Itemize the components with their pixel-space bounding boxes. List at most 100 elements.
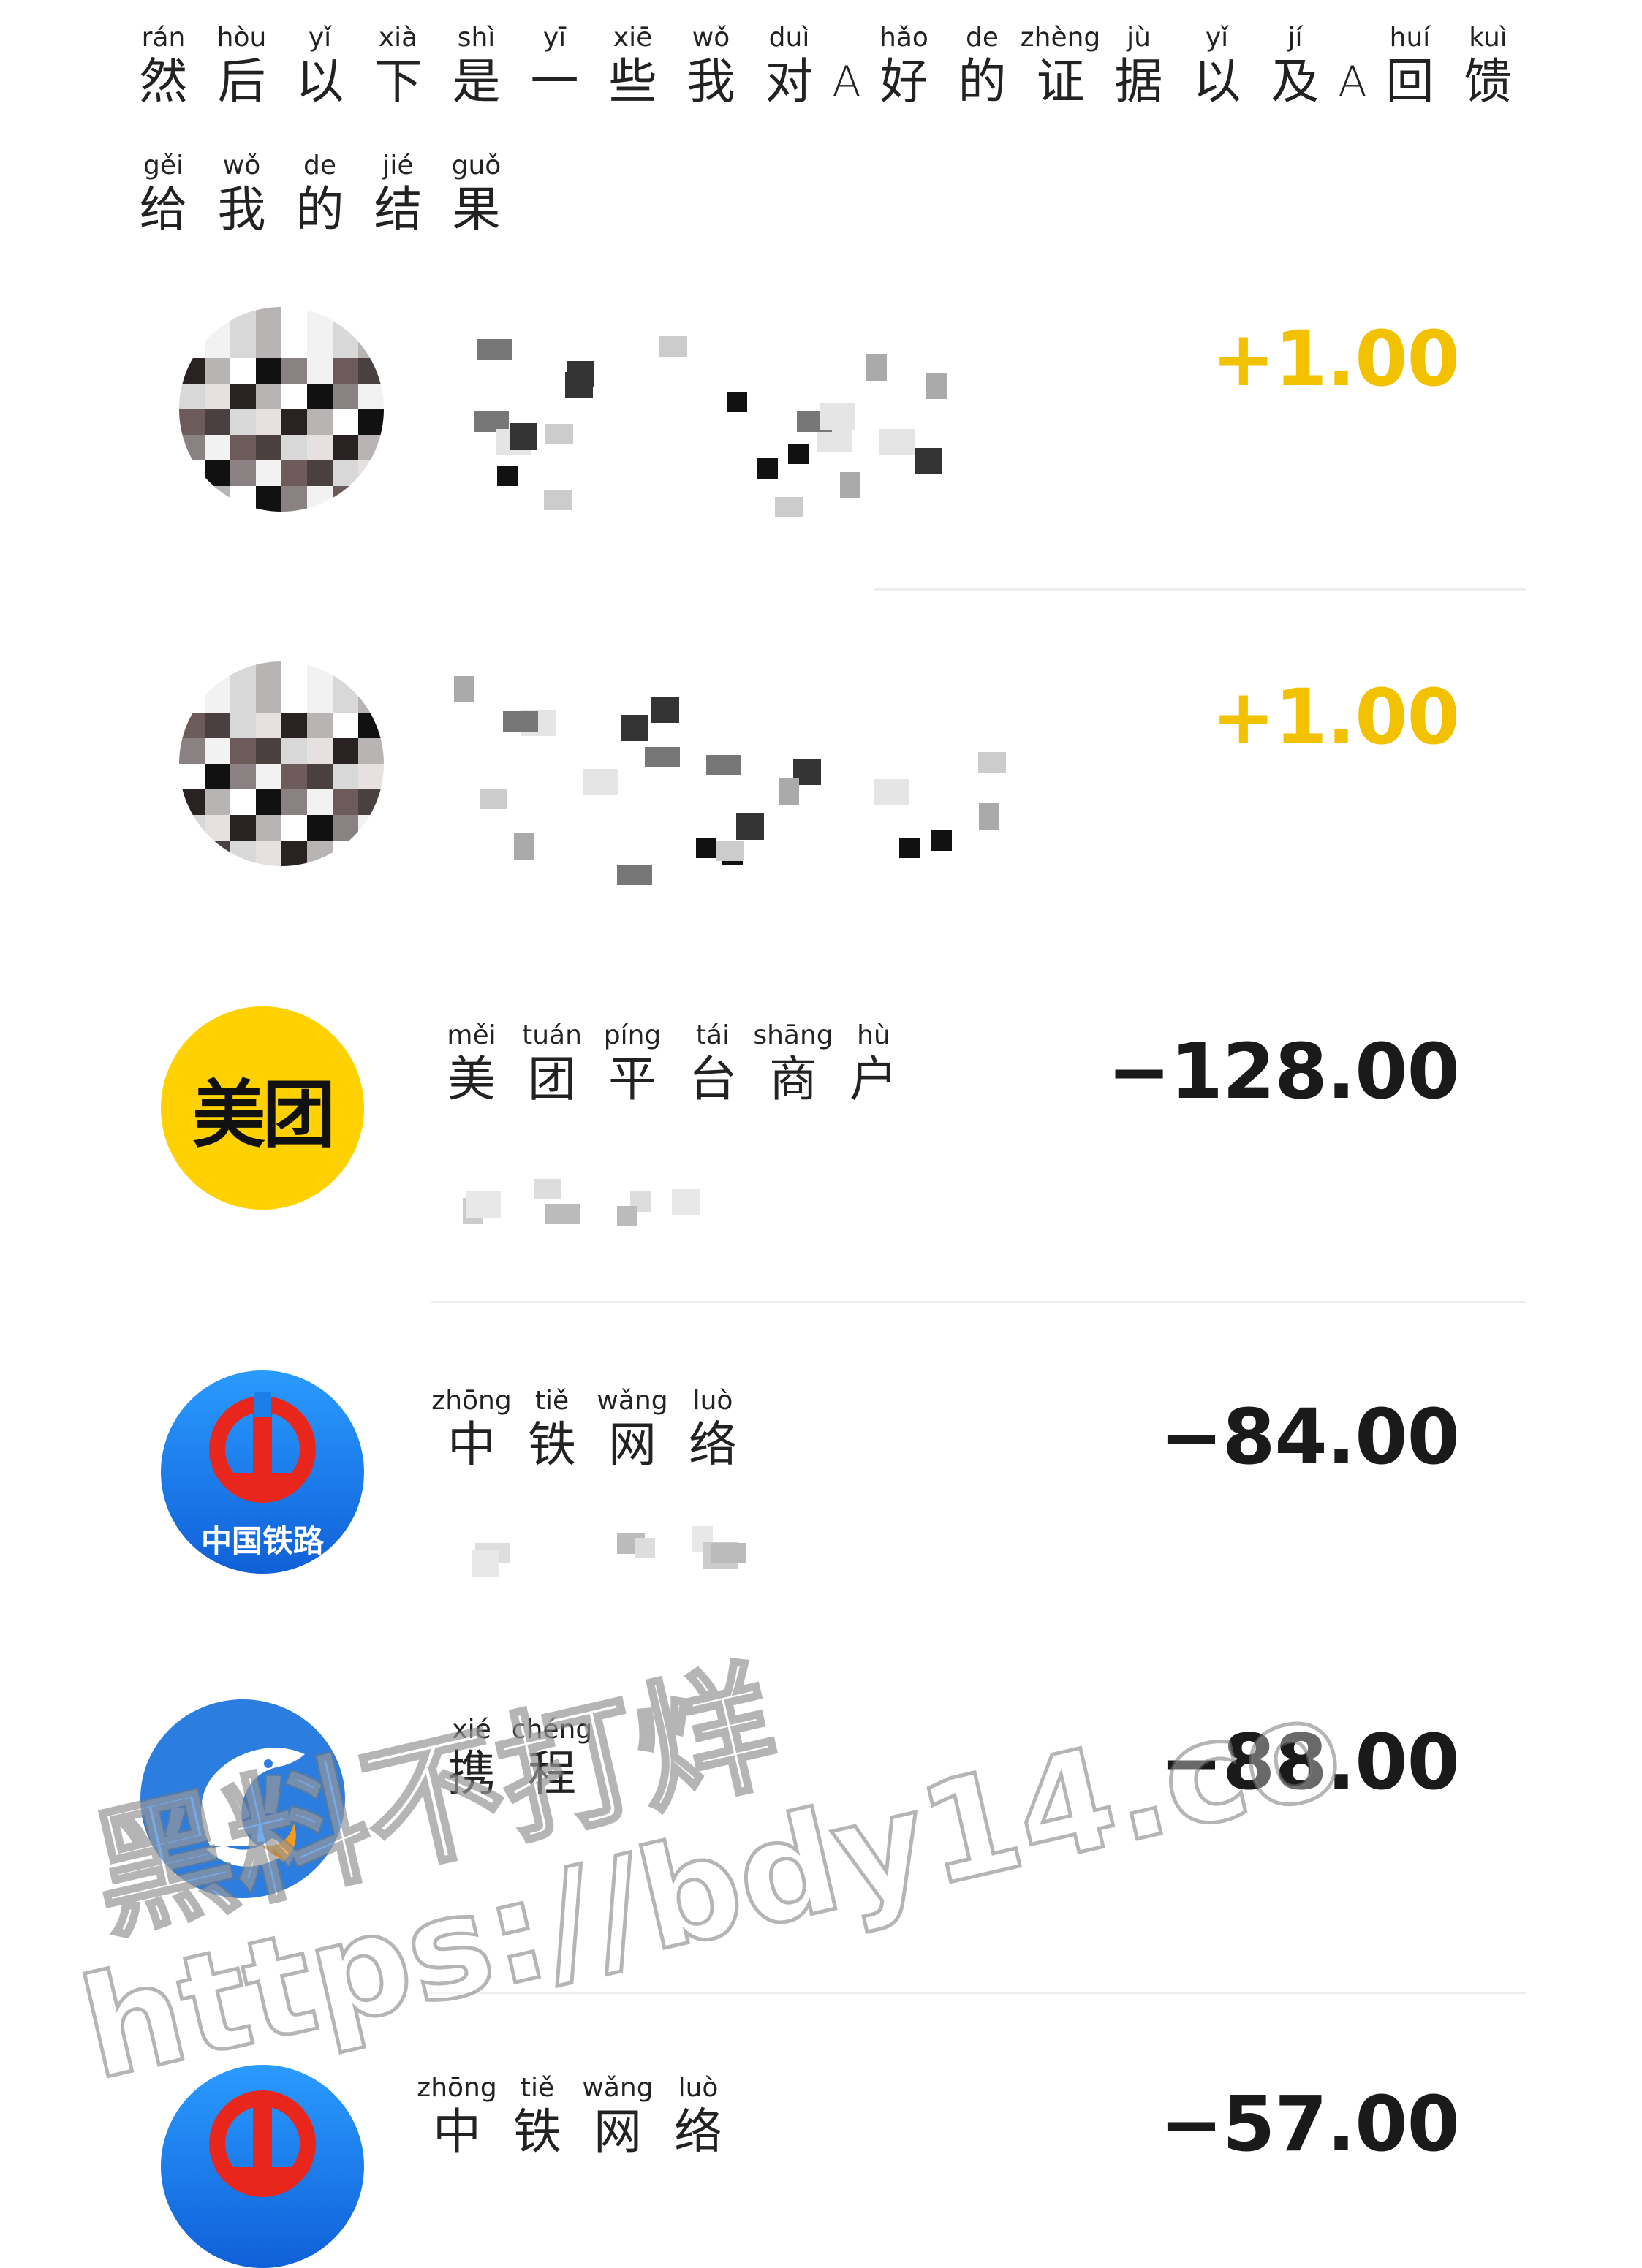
mosaic-cell xyxy=(281,738,307,764)
ruby-char: chéng 程 xyxy=(512,1714,592,1802)
mosaic-cell xyxy=(307,460,333,486)
redaction-block xyxy=(480,789,507,809)
ruby-char: guǒ 果 xyxy=(437,150,515,238)
subtitle-pixelated xyxy=(431,1524,760,1582)
redaction-block xyxy=(659,336,687,357)
mosaic-cell xyxy=(281,460,307,486)
redaction-block xyxy=(926,373,947,399)
hanzi: 团 xyxy=(528,1051,576,1107)
mosaic-cell xyxy=(358,841,384,866)
hanzi: 美 xyxy=(447,1051,496,1107)
mosaic-cell xyxy=(205,486,230,512)
redaction-block xyxy=(621,715,648,741)
merchant-name: zhōng 中 tiě 铁 wǎng 网 luò 络 xyxy=(431,1385,753,1473)
ruby-char: hǎo 好 xyxy=(865,22,943,110)
merchant-name: xié 携 chéng 程 xyxy=(431,1714,592,1802)
mosaic-cell xyxy=(205,384,230,409)
mosaic-cell xyxy=(358,738,384,764)
hanzi: 台 xyxy=(689,1051,737,1107)
mosaic-cell xyxy=(179,738,205,764)
mosaic-cell xyxy=(205,738,230,764)
mosaic-cell xyxy=(205,358,230,384)
mosaic-cell xyxy=(333,713,358,738)
mosaic-cell xyxy=(230,687,256,713)
hanzi: 后 xyxy=(217,53,266,110)
transaction-row[interactable]: 中国铁路 zhōng 中 tiě 铁 wǎng 网 luò 络 −84.00 xyxy=(0,1370,1642,1677)
mosaic-cell xyxy=(307,409,333,435)
ruby-char: tái 台 xyxy=(673,1020,753,1107)
mosaic-cell xyxy=(358,409,384,435)
mosaic-cell xyxy=(256,738,281,764)
transaction-row[interactable]: +1.00 xyxy=(0,307,1642,592)
redaction-block xyxy=(514,833,534,860)
pinyin: chéng xyxy=(511,1715,593,1745)
redaction-block xyxy=(915,448,942,474)
mosaic-cell xyxy=(333,687,358,713)
railway-logo-text: 中国铁路 xyxy=(200,1523,324,1559)
meituan-logo-text: 美团 xyxy=(192,1072,336,1158)
mosaic-cell xyxy=(307,333,333,358)
hanzi: 给 xyxy=(139,181,188,238)
hanzi: A xyxy=(1338,57,1367,107)
hanzi: 是 xyxy=(452,53,501,110)
mosaic-cell xyxy=(230,661,256,687)
meituan-logo-icon: 美团 xyxy=(161,1006,364,1210)
ruby-char: de 的 xyxy=(281,150,359,238)
mosaic-cell xyxy=(256,687,281,713)
mosaic-cell xyxy=(358,661,384,687)
ruby-char: A xyxy=(1334,22,1371,110)
ruby-char: wǒ 我 xyxy=(672,22,750,110)
transaction-row[interactable]: zhōng 中 tiě 铁 wǎng 网 luò 络 −57.00 xyxy=(0,2057,1642,2268)
mosaic-cell xyxy=(333,841,358,866)
pinyin: tuán xyxy=(522,1020,582,1050)
mosaic-cell xyxy=(307,687,333,713)
hanzi: 商 xyxy=(769,1051,817,1107)
pinyin: de xyxy=(303,151,336,181)
mosaic-cell xyxy=(230,486,256,512)
mosaic-cell xyxy=(205,409,230,435)
pinyin: píng xyxy=(603,1020,662,1050)
redaction-block xyxy=(645,747,680,767)
transaction-row[interactable]: xié 携 chéng 程 −88.00 xyxy=(0,1699,1642,2006)
ruby-char: tiě 铁 xyxy=(497,2072,578,2160)
pinyin: hòu xyxy=(216,23,267,53)
pinyin: tiě xyxy=(534,1386,570,1416)
subtitle-pixelated xyxy=(431,1173,760,1232)
pinyin: guǒ xyxy=(451,151,502,181)
mosaic-cell xyxy=(333,486,358,512)
mosaic-cell xyxy=(281,486,307,512)
ruby-char: xià 下 xyxy=(359,22,437,110)
divider xyxy=(431,1992,1526,1994)
mosaic-cell xyxy=(179,486,205,512)
transaction-row[interactable]: +1.00 xyxy=(0,661,1642,903)
mosaic-cell xyxy=(256,409,281,435)
mosaic-cell xyxy=(358,460,384,486)
hanzi: 回 xyxy=(1385,53,1434,110)
mosaic-cell xyxy=(256,713,281,738)
hanzi: 以 xyxy=(295,53,344,110)
ruby-char: tuán 团 xyxy=(512,1020,592,1107)
mosaic-cell xyxy=(256,307,281,333)
amount: +1.00 xyxy=(1211,672,1460,762)
ruby-char: luò 络 xyxy=(658,2072,738,2160)
mosaic-cell xyxy=(281,764,307,789)
redaction-block xyxy=(706,755,741,775)
amount: +1.00 xyxy=(1211,314,1460,403)
redaction-block xyxy=(711,1543,746,1563)
redaction-block xyxy=(779,778,799,805)
hanzi: 网 xyxy=(608,1416,657,1473)
mosaic-cell xyxy=(230,789,256,815)
mosaic-cell xyxy=(256,358,281,384)
payer-name-pixelated xyxy=(453,676,1038,888)
mosaic-cell xyxy=(281,333,307,358)
pinyin: tiě xyxy=(520,2073,555,2103)
mosaic-cell xyxy=(281,409,307,435)
ruby-char: gěi 给 xyxy=(124,150,203,238)
transaction-row[interactable]: 美团 měi 美 tuán 团 píng 平 tái 台 shāng 商 hù 户 −128.00 xyxy=(0,1005,1642,1312)
redaction-block xyxy=(840,472,860,498)
divider xyxy=(874,588,1526,591)
mosaic-cell xyxy=(256,435,281,460)
hanzi: 我 xyxy=(217,181,266,238)
redaction-block xyxy=(544,490,572,510)
dolphin-icon xyxy=(201,1748,305,1867)
